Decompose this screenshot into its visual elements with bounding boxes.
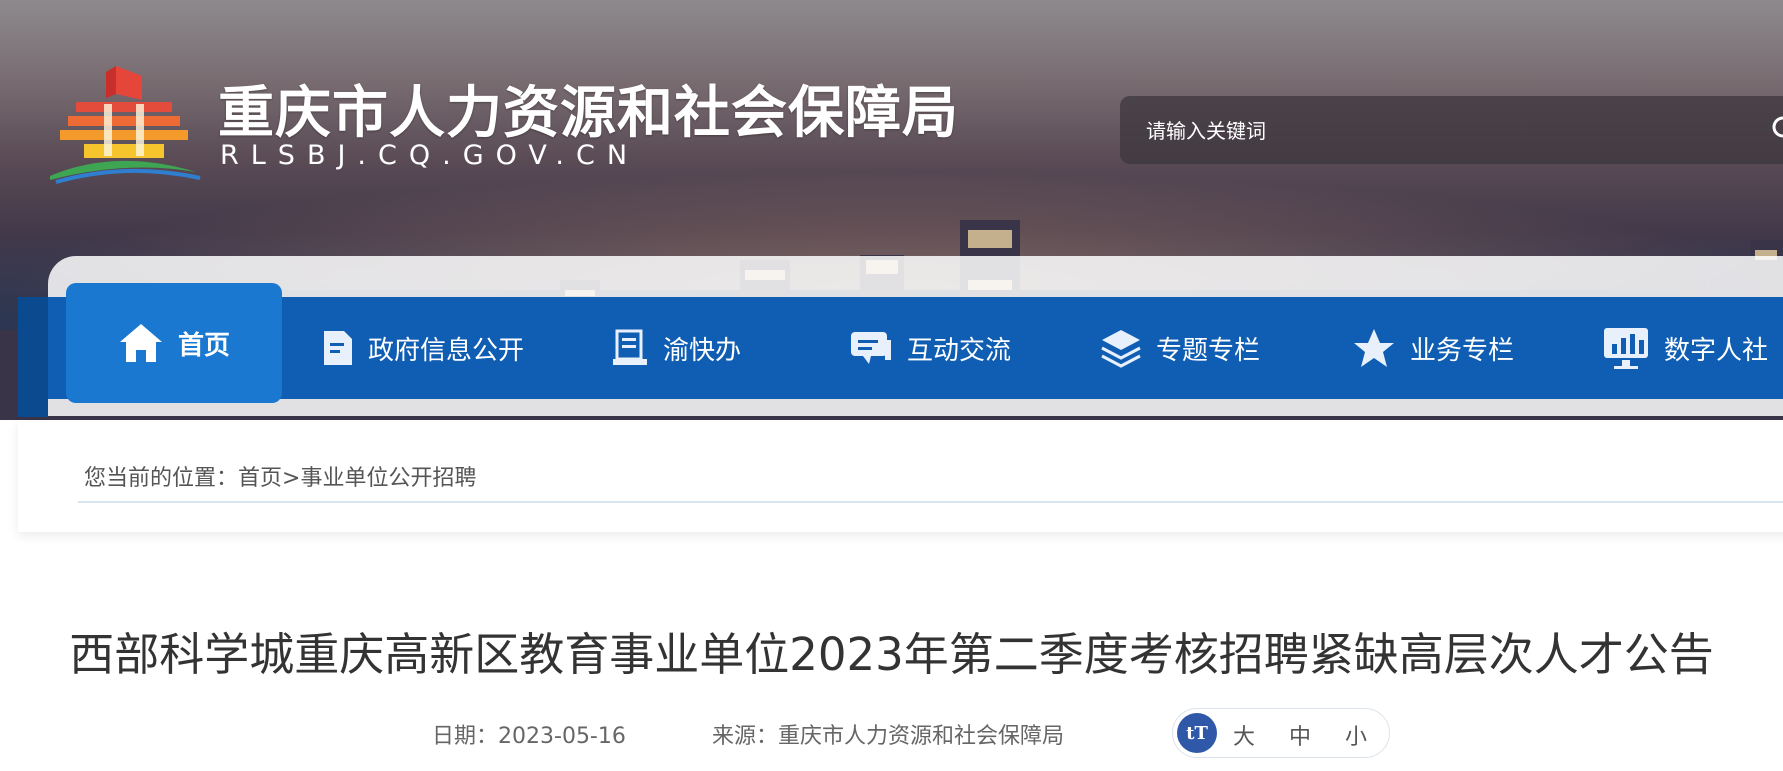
monitor-chart-icon — [1604, 328, 1648, 369]
article-source: 来源：重庆市人力资源和社会保障局 — [712, 718, 1064, 750]
nav-item-yukuaiban[interactable]: 渝快办 — [611, 297, 741, 399]
home-icon — [119, 324, 162, 362]
site-domain: RLSBJ.CQ.GOV.CN — [220, 140, 640, 171]
breadcrumb-separator: > — [282, 466, 301, 491]
nav-item-gov-info[interactable]: 政府信息公开 — [322, 297, 524, 399]
nav-item-interaction[interactable]: 互动交流 — [849, 297, 1011, 399]
chat-icon — [851, 332, 891, 364]
source-value: 重庆市人力资源和社会保障局 — [778, 724, 1065, 749]
nav-item-label: 专题专栏 — [1156, 335, 1261, 366]
nav-item-special-topics[interactable]: 专题专栏 — [1100, 297, 1260, 399]
breadcrumb-divider — [78, 501, 1783, 503]
nav-item-label: 数字人社 — [1664, 335, 1769, 366]
nav-item-digital-hr[interactable]: 数字人社 — [1602, 297, 1768, 399]
nav-item-label: 渝快办 — [663, 335, 742, 366]
bureau-logo — [50, 66, 201, 184]
nav-item-label: 业务专栏 — [1410, 335, 1515, 366]
form-icon — [613, 329, 647, 365]
nav-item-label: 政府信息公开 — [368, 335, 525, 366]
breadcrumb-prefix: 您当前的位置： — [84, 466, 239, 491]
font-size-switcher: tT 大 中 小 — [1172, 708, 1390, 758]
breadcrumb-current-link[interactable]: 事业单位公开招聘 — [300, 466, 476, 491]
document-icon — [324, 331, 352, 365]
font-size-small-button[interactable]: 小 — [1345, 719, 1367, 751]
date-value: 2023-05-16 — [498, 724, 626, 749]
font-size-medium-button[interactable]: 中 — [1289, 719, 1311, 751]
breadcrumb: 您当前的位置：首页>事业单位公开招聘 — [84, 460, 476, 492]
nav-item-label: 互动交流 — [907, 335, 1012, 366]
date-label: 日期： — [432, 724, 499, 749]
search-box — [1120, 96, 1783, 164]
nav-item-home[interactable]: 首页 — [66, 283, 282, 403]
nav-item-business[interactable]: 业务专栏 — [1352, 297, 1514, 399]
layers-icon — [1101, 330, 1141, 368]
star-icon — [1354, 329, 1394, 367]
search-input[interactable] — [1144, 114, 1708, 148]
source-label: 来源： — [712, 724, 779, 749]
article-title: 西部科学城重庆高新区教育事业单位2023年第二季度考核招聘紧缺高层次人才公告 — [69, 628, 1714, 681]
search-icon[interactable] — [1770, 114, 1783, 144]
site-title: 重庆市人力资源和社会保障局 — [218, 81, 959, 146]
article-date: 日期：2023-05-16 — [432, 718, 626, 750]
font-size-icon: tT — [1177, 713, 1217, 753]
nav-item-label: 首页 — [177, 330, 230, 361]
breadcrumb-card: 您当前的位置：首页>事业单位公开招聘 — [18, 420, 1783, 532]
font-size-large-button[interactable]: 大 — [1233, 719, 1255, 751]
breadcrumb-home-link[interactable]: 首页 — [238, 466, 282, 491]
